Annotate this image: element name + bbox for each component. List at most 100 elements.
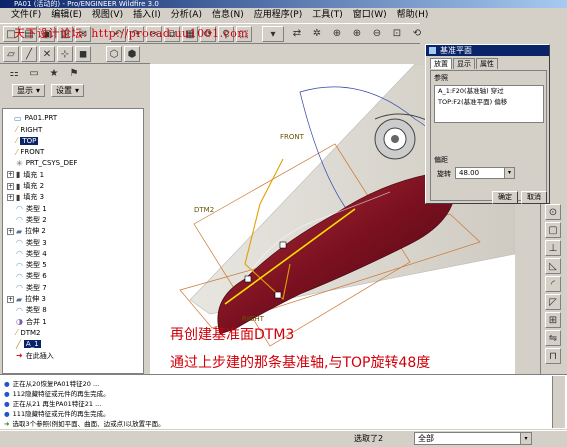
tree-item[interactable]: ▭ PA01.PRT	[5, 113, 57, 124]
tree-item-label: TOP	[20, 136, 39, 145]
tree-item[interactable]: ➜ 在此插入	[7, 350, 54, 361]
drag-handle[interactable]	[279, 241, 287, 249]
tree-item[interactable]: + ▮ 填充 2	[7, 181, 44, 192]
spin-center-icon[interactable]: ✲	[309, 26, 325, 42]
selection-count: 选取了2	[354, 434, 384, 443]
menu-bar: 文件(F) 编辑(E) 视图(V) 插入(I) 分析(A) 信息(N) 应用程序…	[0, 8, 567, 23]
tab-properties[interactable]: 属性	[476, 58, 498, 69]
menu-tools[interactable]: 工具(T)	[307, 8, 348, 23]
reference-item[interactable]: TOP:F2(基准平面) 偏移	[435, 97, 543, 108]
expand-toggle-icon[interactable]: +	[7, 227, 14, 235]
favorites-tab-icon[interactable]: ★	[46, 65, 62, 81]
cancel-button[interactable]: 取消	[521, 191, 547, 204]
expand-toggle-icon[interactable]: +	[7, 193, 14, 201]
tree-item[interactable]: ◠ 类型 6	[7, 271, 47, 282]
menu-analysis[interactable]: 分析(A)	[166, 8, 207, 23]
chamfer-icon[interactable]: ◸	[545, 294, 561, 310]
datum-axis-display-icon[interactable]: ╱	[21, 46, 37, 62]
tree-item[interactable]: ◑ 合并 1	[7, 316, 47, 327]
tree-item-label: 拉伸 2	[25, 227, 46, 236]
tree-item[interactable]: ◠ 类型 4	[7, 249, 47, 260]
part-icon: ▭	[14, 113, 22, 123]
plane-icon: ⁄	[16, 136, 18, 146]
message-area: ● 正在从20恢复PA01特征20 ... ● 112隐藏特征或元件的再生完成。 ●…	[0, 374, 567, 429]
window-title-bar: PA01 (活动的) - Pro/ENGINEER Wildfire 3.0	[0, 0, 567, 8]
orient-icon[interactable]: ⊕	[329, 26, 345, 42]
selection-filter-dropdown[interactable]: 全部 ▾	[414, 432, 532, 445]
menu-view[interactable]: 视图(V)	[87, 8, 128, 23]
tab-display[interactable]: 显示	[453, 58, 475, 69]
drag-handle[interactable]	[274, 291, 282, 299]
expand-toggle-icon[interactable]: +	[7, 171, 14, 179]
menu-window[interactable]: 窗口(W)	[348, 8, 392, 23]
repaint-icon[interactable]: ⇄	[289, 26, 305, 42]
connections-tab-icon[interactable]: ⚑	[66, 65, 82, 81]
datum-point-display-icon[interactable]: ✕	[39, 46, 55, 62]
shading-icon[interactable]: ◼	[75, 46, 91, 62]
refit-icon[interactable]: ⊡	[389, 26, 405, 42]
round-icon[interactable]: ◜	[545, 276, 561, 292]
drag-handle[interactable]	[244, 275, 252, 283]
hole-icon[interactable]: ⊙	[545, 204, 561, 220]
tree-item-label: 填充 3	[23, 193, 45, 202]
rotate-label: 旋转	[437, 170, 451, 178]
surf-icon: ◠	[16, 249, 23, 259]
expand-toggle-icon[interactable]: +	[7, 295, 14, 303]
zoom-out-icon[interactable]: ⊖	[369, 26, 385, 42]
merge-icon: ◑	[16, 317, 23, 327]
reference-item[interactable]: A_1:F20(基准轴) 穿过	[435, 86, 543, 97]
tree-item-label: 拉伸 3	[25, 295, 46, 304]
menu-help[interactable]: 帮助(H)	[392, 8, 434, 23]
merge-icon[interactable]: ⊓	[545, 348, 561, 364]
rib-icon[interactable]: ⊥	[545, 240, 561, 256]
tree-item[interactable]: ⁄ FRONT	[7, 147, 44, 158]
tree-item[interactable]: + ▰ 拉伸 3	[7, 294, 46, 305]
tree-item[interactable]: ◠ 类型 1	[7, 203, 47, 214]
pattern-icon[interactable]: ⊞	[545, 312, 561, 328]
tree-item[interactable]: + ▰ 拉伸 2	[7, 226, 46, 237]
hidden-line-icon[interactable]: ⬢	[124, 46, 140, 62]
chevron-down-icon[interactable]: ▾	[504, 168, 514, 178]
tree-item[interactable]: ⁄ DTM2	[7, 328, 41, 339]
tree-item[interactable]: ╱ A_1	[7, 339, 41, 350]
zoom-in-icon[interactable]: ⊕	[349, 26, 365, 42]
tree-item[interactable]: ⁄ RIGHT	[7, 124, 42, 135]
tree-item[interactable]: + ▮ 填充 1	[7, 170, 44, 181]
menu-insert[interactable]: 插入(I)	[128, 8, 166, 23]
menu-file[interactable]: 文件(F)	[6, 8, 46, 23]
tree-item[interactable]: ◠ 类型 2	[7, 215, 47, 226]
folder-browser-tab-icon[interactable]: ▭	[26, 65, 42, 81]
model-tree-tab-icon[interactable]: ⚏	[6, 65, 22, 81]
ok-button[interactable]: 确定	[492, 191, 518, 204]
tree-item[interactable]: ◠ 类型 3	[7, 237, 47, 248]
navigator-tabs: ⚏ ▭ ★ ⚑	[0, 64, 150, 82]
reorient-icon[interactable]: ⟲	[409, 26, 425, 42]
filter-value: 全部	[418, 434, 434, 443]
message-scrollbar[interactable]	[552, 376, 565, 428]
tree-item[interactable]: ◠ 类型 5	[7, 260, 47, 271]
menu-info[interactable]: 信息(N)	[207, 8, 249, 23]
references-list[interactable]: A_1:F20(基准轴) 穿过 TOP:F2(基准平面) 偏移	[434, 85, 544, 123]
wireframe-icon[interactable]: ⬡	[106, 46, 122, 62]
menu-applications[interactable]: 应用程序(P)	[249, 8, 307, 23]
rotate-input[interactable]: 48.00 ▾	[455, 167, 515, 179]
expand-toggle-icon[interactable]: +	[7, 182, 14, 190]
mirror-icon[interactable]: ⇋	[545, 330, 561, 346]
tree-item-label: 类型 3	[25, 238, 47, 247]
info-icon: ●	[4, 390, 10, 398]
tree-item[interactable]: ✳ PRT_CSYS_DEF	[7, 158, 77, 169]
tree-item[interactable]: ⁄ TOP	[7, 136, 39, 147]
message-line: ● 正在从20恢复PA01特征20 ...	[0, 379, 567, 389]
show-dropdown[interactable]: 显示 ▾	[12, 83, 46, 97]
selection-mode-dropdown[interactable]: ▾	[262, 26, 284, 42]
tree-item[interactable]: ◠ 类型 7	[7, 283, 47, 294]
datum-plane-display-icon[interactable]: ▱	[3, 46, 19, 62]
menu-edit[interactable]: 编辑(E)	[46, 8, 87, 23]
tree-item[interactable]: ◠ 类型 8	[7, 305, 47, 316]
settings-dropdown[interactable]: 设置 ▾	[51, 83, 85, 97]
tab-placement[interactable]: 放置	[430, 58, 452, 69]
csys-display-icon[interactable]: ⊹	[57, 46, 73, 62]
draft-icon[interactable]: ◺	[545, 258, 561, 274]
shell-icon[interactable]: ▢	[545, 222, 561, 238]
tree-item[interactable]: + ▮ 填充 3	[7, 192, 44, 203]
